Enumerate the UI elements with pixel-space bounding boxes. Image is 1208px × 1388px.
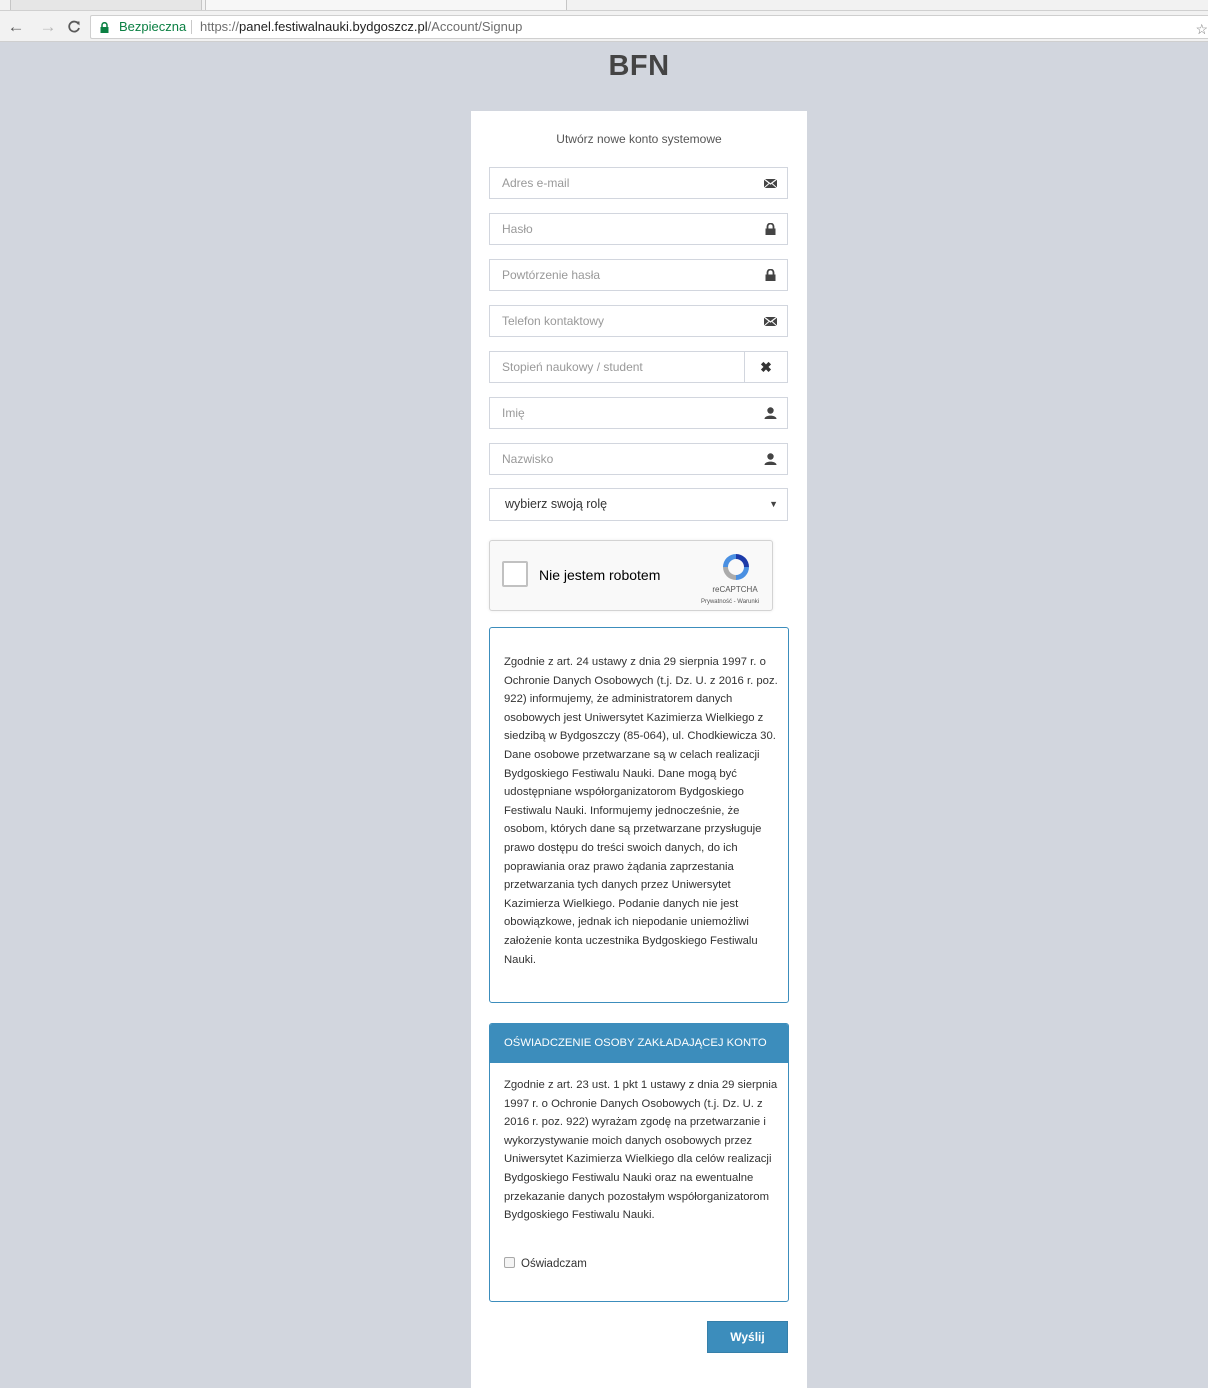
secure-label: Bezpieczna [119,19,187,34]
role-select-value: wybierz swoją rolę [505,497,608,511]
browser-tab[interactable] [10,0,202,10]
url-text: https://panel.festiwalnauki.bydgoszcz.pl… [200,16,522,38]
role-select[interactable]: wybierz swoją rolę ▼ [489,488,788,521]
consent-header: OŚWIADCZENIE OSOBY ZAKŁADAJĄCEJ KONTO [490,1024,788,1063]
password-input[interactable] [490,214,750,244]
password-repeat-input[interactable] [490,260,750,290]
bookmark-star-icon[interactable]: ☆ [1195,18,1208,40]
phone-field[interactable] [489,305,788,337]
address-separator [191,20,192,34]
privacy-info-box: Zgodnie z art. 24 ustawy z dnia 29 sierp… [489,627,789,1003]
password-field[interactable] [489,213,788,245]
email-field[interactable] [489,167,788,199]
recaptcha-terms-link[interactable]: Prywatność - Warunki [680,599,780,605]
browser-tab-active[interactable] [205,0,567,10]
recaptcha-widget: Nie jestem robotem reCAPTCHA Prywatność … [489,540,773,611]
arrow-left-icon: ← [7,17,25,36]
form-title: Utwórz nowe konto systemowe [556,132,722,146]
reload-button[interactable] [64,17,84,37]
signup-card: Utwórz nowe konto systemowe ✖ [471,111,807,1388]
privacy-info-text: Zgodnie z art. 24 ustawy z dnia 29 sierp… [504,656,778,966]
browser-tab-strip [0,0,1208,10]
envelope-icon [764,316,777,327]
consent-checkbox-row[interactable]: Oświadczam [504,1257,587,1270]
submit-button[interactable]: Wyślij [707,1321,788,1353]
reload-icon [68,20,80,33]
user-icon [764,453,777,465]
consent-checkbox[interactable] [504,1257,515,1268]
degree-input[interactable] [490,352,740,382]
close-icon[interactable]: ✖ [744,352,787,382]
degree-field[interactable]: ✖ [489,351,788,383]
browser-toolbar: ← → Bezpieczna https://panel.festiwalnau… [0,10,1208,42]
phone-input[interactable] [490,306,750,336]
envelope-icon [764,178,777,189]
lock-icon [765,269,776,281]
brand-logo-text: BFN [608,50,670,82]
last-name-field[interactable] [489,443,788,475]
password-repeat-field[interactable] [489,259,788,291]
first-name-field[interactable] [489,397,788,429]
last-name-input[interactable] [490,444,750,474]
consent-panel: OŚWIADCZENIE OSOBY ZAKŁADAJĄCEJ KONTO Zg… [489,1023,789,1302]
consent-text: Zgodnie z art. 23 ust. 1 pkt 1 ustawy z … [504,1079,778,1222]
arrow-right-icon: → [39,17,57,36]
user-icon [764,407,777,419]
url-host: panel.festiwalnauki.bydgoszcz.pl [239,19,428,34]
lock-icon [765,223,776,235]
url-path: /Account/Signup [427,19,523,34]
recaptcha-checkbox[interactable] [502,561,528,587]
first-name-input[interactable] [490,398,750,428]
recaptcha-brand: reCAPTCHA [712,585,758,594]
email-input[interactable] [490,168,750,198]
url-scheme: https:// [200,19,240,34]
recaptcha-label: Nie jestem robotem [539,567,661,583]
chevron-down-icon: ▼ [769,499,778,509]
consent-checkbox-label: Oświadczam [521,1258,587,1270]
back-button[interactable]: ← [6,17,26,37]
forward-button[interactable]: → [38,17,58,37]
recaptcha-logo-icon [723,554,749,580]
address-bar[interactable]: Bezpieczna https://panel.festiwalnauki.b… [90,15,1208,39]
lock-icon [100,22,109,33]
